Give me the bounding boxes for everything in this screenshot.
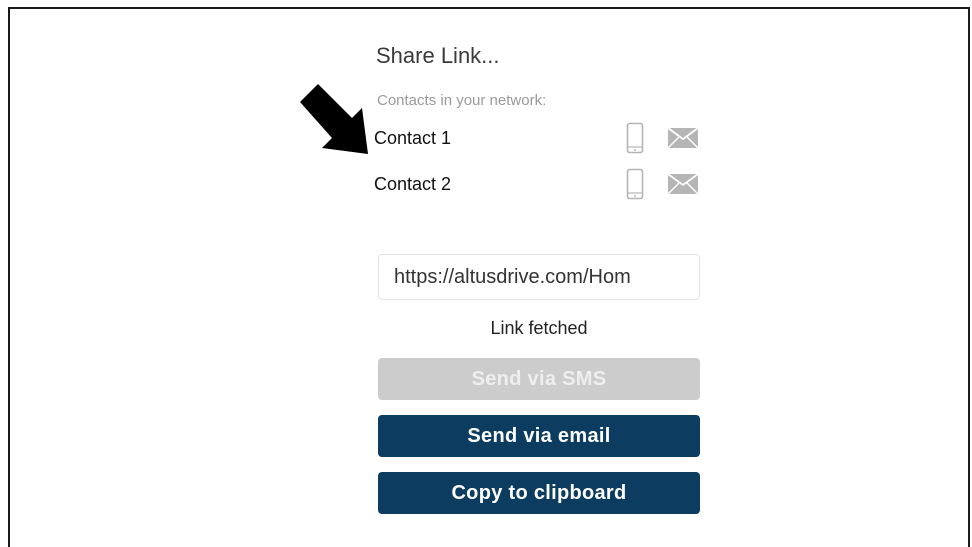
contact-row: Contact 2 [374, 168, 704, 200]
contact-name: Contact 1 [374, 128, 452, 148]
link-status: Link fetched [490, 318, 588, 338]
arrow-icon [300, 84, 368, 154]
contact-row: Contact 1 [374, 122, 704, 154]
mobile-phone-icon[interactable] [626, 168, 644, 200]
contacts-label: Contacts in your network: [377, 92, 547, 109]
envelope-icon[interactable] [668, 128, 698, 148]
send-sms-button[interactable]: Send via SMS [378, 358, 700, 400]
copy-to-clipboard-button[interactable]: Copy to clipboard [378, 472, 700, 514]
share-link-field[interactable]: https://altusdrive.com/Hom [378, 254, 700, 300]
send-email-button[interactable]: Send via email [378, 415, 700, 457]
envelope-icon[interactable] [668, 174, 698, 194]
mobile-phone-icon[interactable] [626, 122, 644, 154]
dialog-title: Share Link... [376, 43, 500, 68]
contact-name: Contact 2 [374, 174, 452, 194]
